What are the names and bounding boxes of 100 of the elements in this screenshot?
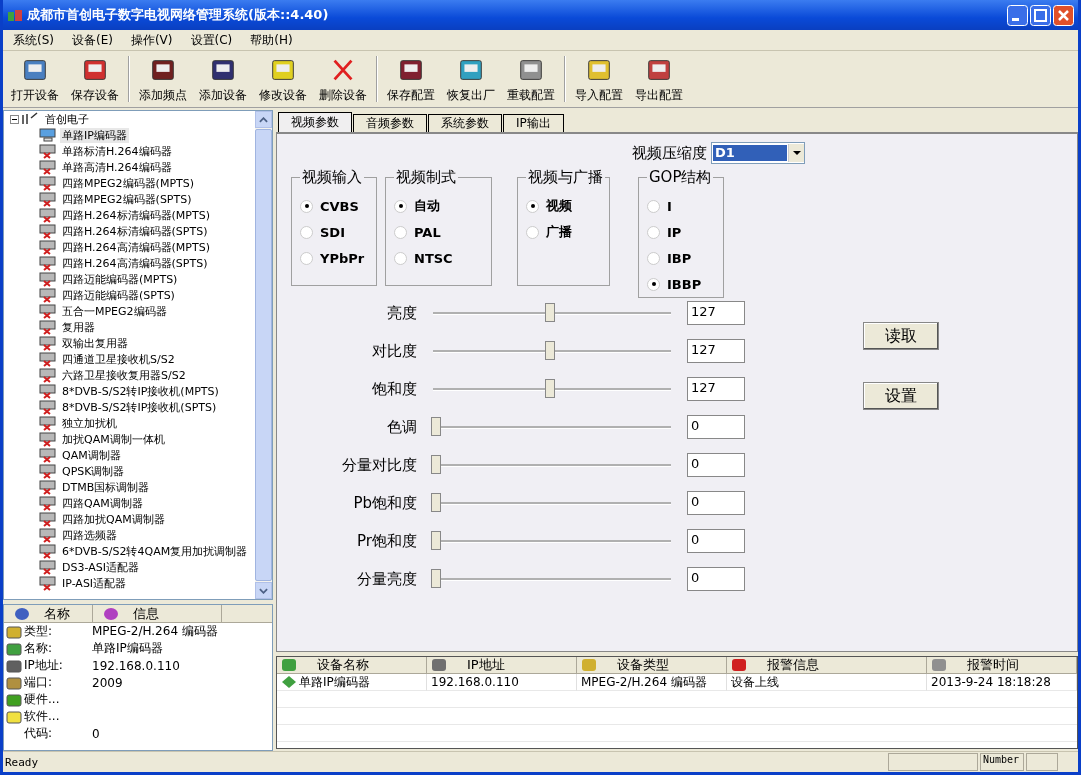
slider[interactable] <box>431 454 673 476</box>
slider[interactable] <box>431 492 673 514</box>
toolbar-button[interactable]: 打开设备 <box>5 53 65 105</box>
hardware-icon <box>6 691 22 708</box>
tree-item[interactable]: DTMB国标调制器 <box>60 479 152 495</box>
tree-item[interactable]: 四路选频器 <box>60 527 119 543</box>
tree-item[interactable]: 四路H.264标清编码器(MPTS) <box>60 207 212 223</box>
menu-item[interactable]: 设备(E) <box>72 31 113 49</box>
tree-item[interactable]: 四路迈能编码器(MPTS) <box>60 271 180 287</box>
tab[interactable]: IP输出 <box>503 114 564 132</box>
value-field[interactable]: 0 <box>687 491 745 515</box>
tree-item[interactable]: 四路迈能编码器(SPTS) <box>60 287 177 303</box>
toolbar-button[interactable]: 保存设备 <box>65 53 125 105</box>
tree-item[interactable]: 四路H.264标清编码器(SPTS) <box>60 223 210 239</box>
radio-button[interactable] <box>526 199 539 213</box>
tree-item[interactable]: 六路卫星接收复用器S/S2 <box>60 367 188 383</box>
slider[interactable] <box>431 340 673 362</box>
radio-button[interactable] <box>647 225 660 239</box>
value-field[interactable]: 0 <box>687 415 745 439</box>
value-field[interactable]: 127 <box>687 377 745 401</box>
tree-item[interactable]: 8*DVB-S/S2转IP接收机(MPTS) <box>60 383 221 399</box>
tree-item[interactable]: QAM调制器 <box>60 447 123 463</box>
slider[interactable] <box>431 530 673 552</box>
tab[interactable]: 系统参数 <box>428 114 502 132</box>
tab[interactable]: 音频参数 <box>353 114 427 132</box>
value-field[interactable]: 0 <box>687 567 745 591</box>
toolbar-button[interactable]: 删除设备 <box>313 53 373 105</box>
column-header[interactable]: 设备类型 <box>577 657 727 674</box>
radio-button[interactable] <box>394 199 407 213</box>
tree-item[interactable]: 独立加扰机 <box>60 415 119 431</box>
tree-item[interactable]: 四路H.264高清编码器(MPTS) <box>60 239 212 255</box>
menu-item[interactable]: 操作(V) <box>130 31 173 49</box>
tree-item[interactable]: 双输出复用器 <box>60 335 130 351</box>
toolbar-button[interactable]: 导入配置 <box>569 53 629 105</box>
column-header[interactable]: 信息 <box>93 605 222 623</box>
tree-item[interactable]: 四路MPEG2编码器(MPTS) <box>60 175 196 191</box>
menu-item[interactable]: 帮助(H) <box>250 31 293 49</box>
column-header[interactable]: 设备名称 <box>277 657 427 674</box>
tree-item[interactable]: DS3-ASI适配器 <box>60 559 141 575</box>
tree-item[interactable]: 单路高清H.264编码器 <box>60 159 174 175</box>
toolbar-button[interactable]: 添加频点 <box>133 53 193 105</box>
column-header[interactable]: IP地址 <box>427 657 577 674</box>
menu-item[interactable]: 设置(C) <box>190 31 233 49</box>
toolbar-button[interactable]: 保存配置 <box>381 53 441 105</box>
toolbar-button[interactable]: 修改设备 <box>253 53 313 105</box>
column-header[interactable]: 报警时间 <box>927 657 1077 674</box>
info-label: 硬件... <box>24 691 61 708</box>
tree-item[interactable]: 加扰QAM调制一体机 <box>60 431 167 447</box>
close-icon[interactable] <box>1053 4 1074 26</box>
tree-item[interactable]: 单路标清H.264编码器 <box>60 143 174 159</box>
tree-item[interactable]: 五合一MPEG2编码器 <box>60 303 169 319</box>
radio-button[interactable] <box>394 251 407 265</box>
scroll-up-icon[interactable] <box>259 116 268 123</box>
radio-button[interactable] <box>647 251 660 265</box>
toolbar-button[interactable]: 添加设备 <box>193 53 253 105</box>
tree-item[interactable]: 6*DVB-S/S2转4QAM复用加扰调制器 <box>60 543 250 559</box>
radio-button[interactable] <box>647 199 660 213</box>
slider[interactable] <box>431 378 673 400</box>
tree-item[interactable]: QPSK调制器 <box>60 463 127 479</box>
slider[interactable] <box>431 416 673 438</box>
tree-item[interactable]: 四路H.264高清编码器(SPTS) <box>60 255 210 271</box>
table-cell: 设备上线 <box>731 673 779 691</box>
info-label: 类型: <box>24 623 54 640</box>
value-field[interactable]: 0 <box>687 529 745 553</box>
tree-item[interactable]: 单路IP编码器 <box>60 127 129 143</box>
action-button[interactable]: 读取 <box>863 322 939 350</box>
toolbar-button[interactable]: 重载配置 <box>501 53 561 105</box>
radio-button[interactable] <box>394 225 407 239</box>
toolbar-button[interactable]: 恢复出厂 <box>441 53 501 105</box>
value-field[interactable]: 127 <box>687 301 745 325</box>
compression-dropdown[interactable]: D1 <box>711 142 805 164</box>
column-header[interactable]: 报警信息 <box>727 657 927 674</box>
radio-button[interactable] <box>300 251 313 265</box>
radio-button[interactable] <box>300 199 313 213</box>
tree-item[interactable]: 复用器 <box>60 319 97 335</box>
scroll-down-icon[interactable] <box>259 587 268 594</box>
column-header[interactable]: 名称 <box>4 605 93 623</box>
action-button[interactable]: 设置 <box>863 382 939 410</box>
collapse-icon[interactable] <box>10 114 19 124</box>
value-field[interactable]: 127 <box>687 339 745 363</box>
scrollbar[interactable] <box>255 111 272 599</box>
menu-item[interactable]: 系统(S) <box>13 31 54 49</box>
tree-item[interactable]: 四路MPEG2编码器(SPTS) <box>60 191 194 207</box>
tab[interactable]: 视频参数 <box>278 112 352 132</box>
tree-item[interactable]: 8*DVB-S/S2转IP接收机(SPTS) <box>60 399 219 415</box>
radio-button[interactable] <box>647 277 660 291</box>
tree-item[interactable]: IP-ASI适配器 <box>60 575 129 591</box>
tree-item[interactable]: 四路QAM调制器 <box>60 495 145 511</box>
toolbar-button[interactable]: 导出配置 <box>629 53 689 105</box>
radio-button[interactable] <box>300 225 313 239</box>
value-field[interactable]: 0 <box>687 453 745 477</box>
radio-button[interactable] <box>526 225 539 239</box>
slider[interactable] <box>431 568 673 590</box>
tree-item[interactable]: 四通道卫星接收机S/S2 <box>60 351 177 367</box>
radio-label: I <box>667 198 672 214</box>
maximize-icon[interactable] <box>1030 4 1051 26</box>
minimize-icon[interactable] <box>1007 4 1028 26</box>
tree-item[interactable]: 四路加扰QAM调制器 <box>60 511 167 527</box>
slider[interactable] <box>431 302 673 324</box>
tree-item[interactable]: 首创电子 <box>43 111 91 127</box>
